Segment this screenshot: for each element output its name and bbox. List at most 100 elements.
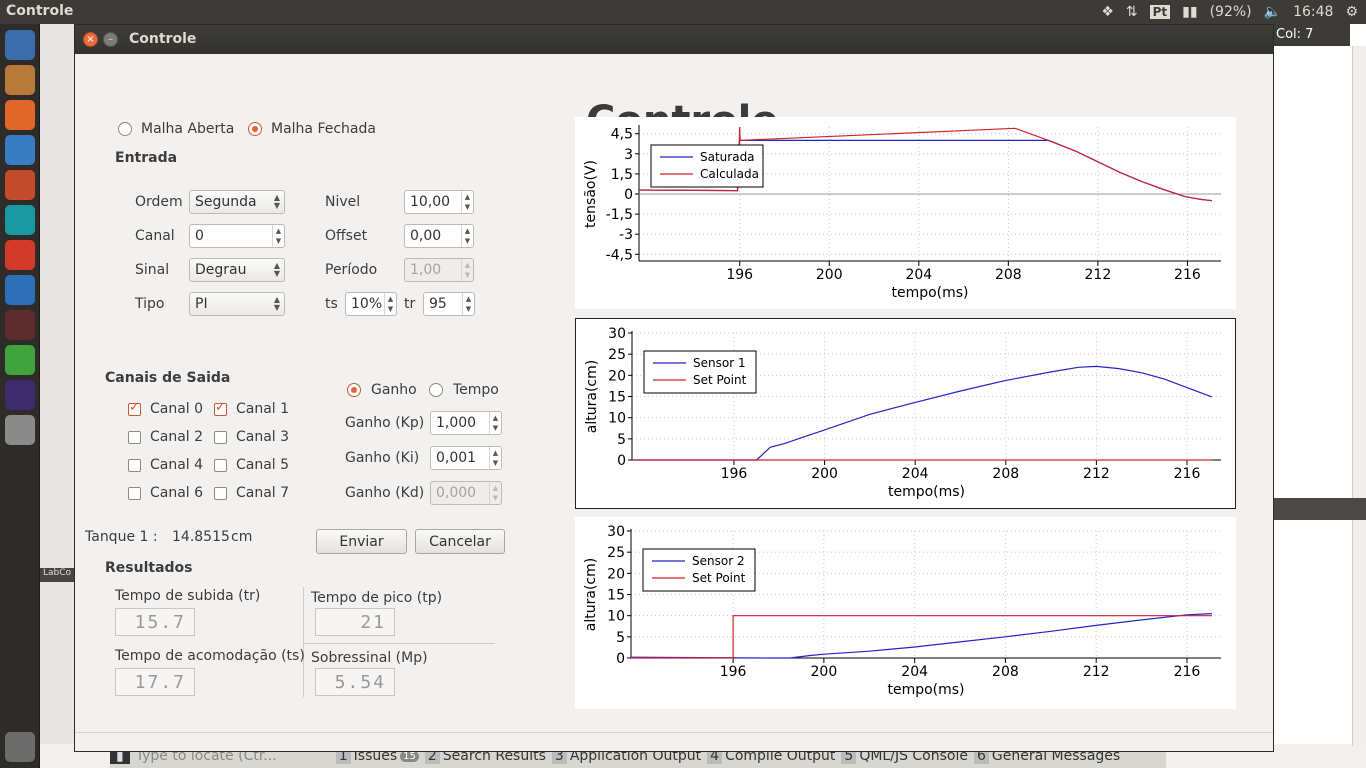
tr-spinbox[interactable]: 95 ▲ ▼ xyxy=(423,292,475,316)
canal-5-label: Canal 5 xyxy=(236,457,290,473)
y-tick-label: -3 xyxy=(619,227,633,243)
chevron-updown-icon: ▲ ▼ xyxy=(273,295,280,312)
kd-spinbox[interactable]: 0,000 ▲ ▼ xyxy=(430,481,502,505)
canal-label: Canal xyxy=(135,228,175,244)
spin-arrows-icon: ▲ ▼ xyxy=(384,293,396,315)
canal-1-checkbox[interactable] xyxy=(214,400,227,416)
canal-4-checkbox[interactable] xyxy=(128,459,141,472)
battery-percentage[interactable]: (92%) xyxy=(1210,4,1252,20)
radio-malha-aberta[interactable] xyxy=(118,122,132,136)
results-divider xyxy=(303,643,495,644)
y-tick-label: 10 xyxy=(607,609,625,625)
x-tick-label: 200 xyxy=(811,664,838,680)
apps-icon[interactable] xyxy=(5,240,35,270)
radio-tempo[interactable] xyxy=(429,383,443,397)
canal-7-checkbox[interactable] xyxy=(214,487,227,500)
y-tick-label: 0 xyxy=(616,651,625,667)
periodo-label: Período xyxy=(325,262,378,278)
settings-gear-icon[interactable]: ⚙ xyxy=(1345,4,1358,20)
y-tick-label: 15 xyxy=(608,390,626,406)
series-line-1 xyxy=(630,613,1212,659)
x-tick-label: 208 xyxy=(992,466,1019,482)
editor-scrollbar[interactable] xyxy=(1352,46,1366,746)
radio-malha-fechada[interactable] xyxy=(248,122,262,136)
tp-result-label: Tempo de pico (tp) xyxy=(311,590,443,606)
sinal-select[interactable]: Degrau ▲ ▼ xyxy=(189,258,285,282)
settings-icon[interactable] xyxy=(5,170,35,200)
files-icon[interactable] xyxy=(5,65,35,95)
dash-icon[interactable] xyxy=(5,30,35,60)
offset-spinbox[interactable]: 0,00 ▲ ▼ xyxy=(404,224,474,248)
enviar-button[interactable]: Enviar xyxy=(316,529,407,554)
column-indicator: Col: 7 xyxy=(1274,24,1350,46)
radio-malha-fechada-label: Malha Fechada xyxy=(271,121,376,137)
chess-icon[interactable] xyxy=(5,310,35,340)
firefox-icon[interactable] xyxy=(5,100,35,130)
volume-icon[interactable]: 🔈 xyxy=(1264,4,1281,20)
eclipse-icon[interactable] xyxy=(5,380,35,410)
mp-result-label: Sobressinal (Mp) xyxy=(311,650,428,666)
cancelar-button[interactable]: Cancelar xyxy=(415,529,505,554)
ordem-select[interactable]: Segunda ▲ ▼ xyxy=(189,190,285,214)
network-icon[interactable]: ⇅ xyxy=(1126,4,1138,20)
tr-label: tr xyxy=(404,296,416,312)
spin-arrows-icon: ▲ ▼ xyxy=(462,293,474,315)
y-axis-label: altura(cm) xyxy=(583,558,599,631)
y-tick-label: 20 xyxy=(608,368,626,384)
kd-label: Ganho (Kd) xyxy=(345,485,425,501)
minimize-window-button[interactable]: – xyxy=(103,32,118,47)
chevron-updown-icon: ▲ ▼ xyxy=(273,193,280,210)
x-tick-label: 204 xyxy=(902,466,929,482)
x-axis-label: tempo(ms) xyxy=(888,484,965,500)
canal-2-checkbox[interactable] xyxy=(128,431,141,444)
ki-spinbox[interactable]: 0,001 ▲ ▼ xyxy=(430,446,502,470)
arduino-icon[interactable] xyxy=(5,205,35,235)
kp-spinbox[interactable]: 1,000 ▲ ▼ xyxy=(430,411,502,435)
canal-spinbox[interactable]: 0 ▲ ▼ xyxy=(189,224,285,248)
keyboard-indicator[interactable]: Pt xyxy=(1149,5,1171,19)
plot-tensao-canvas: 196 200 204 208 212 216 -4,5 -3 -1,5 0 1,5 3 4,5 temp… xyxy=(583,125,1221,301)
tipo-select[interactable]: PI ▲ ▼ xyxy=(189,292,285,316)
clock[interactable]: 16:48 xyxy=(1293,4,1333,20)
ordem-label: Ordem xyxy=(135,194,183,210)
x-tick-label: 196 xyxy=(720,664,747,680)
chevron-updown-icon: ▲ ▼ xyxy=(273,261,280,278)
writer-icon[interactable] xyxy=(5,135,35,165)
x-tick-label: 216 xyxy=(1174,466,1201,482)
tanque-unit: cm xyxy=(231,529,253,545)
x-tick-label: 204 xyxy=(901,664,928,680)
canal-3-checkbox[interactable] xyxy=(214,431,227,444)
launcher xyxy=(0,24,40,768)
window-titlebar: × – Controle xyxy=(75,25,1273,54)
spin-arrows-icon: ▲ ▼ xyxy=(489,447,501,469)
qt-creator-icon[interactable] xyxy=(5,345,35,375)
virtualbox-icon[interactable] xyxy=(5,275,35,305)
radio-ganho[interactable] xyxy=(347,383,361,397)
battery-icon[interactable]: ▮▮ xyxy=(1182,4,1197,20)
resultados-heading: Resultados xyxy=(105,560,193,576)
help-icon[interactable] xyxy=(5,415,35,445)
x-axis-label: tempo(ms) xyxy=(891,285,968,301)
ts-spinbox[interactable]: 10% ▲ ▼ xyxy=(345,292,397,316)
canal-5-checkbox[interactable] xyxy=(214,459,227,472)
dropbox-icon[interactable]: ❖ xyxy=(1101,4,1114,20)
y-tick-label: 0 xyxy=(617,453,626,469)
ts-result-label: Tempo de acomodação (ts) xyxy=(115,648,305,664)
x-tick-label: 212 xyxy=(1085,267,1112,283)
close-window-button[interactable]: × xyxy=(83,32,98,47)
y-tick-label: 5 xyxy=(617,432,626,448)
kp-label: Ganho (Kp) xyxy=(345,415,425,431)
canal-4-label: Canal 4 xyxy=(150,457,204,473)
y-tick-label: 0 xyxy=(624,187,633,203)
trash-icon[interactable] xyxy=(5,732,35,762)
canal-7-label: Canal 7 xyxy=(236,485,290,501)
canal-6-checkbox[interactable] xyxy=(128,487,141,500)
canal-0-checkbox[interactable] xyxy=(128,400,141,416)
x-tick-label: 208 xyxy=(992,664,1019,680)
legend-entry: Set Point xyxy=(692,571,746,585)
periodo-spinbox[interactable]: 1,00 ▲ ▼ xyxy=(404,258,474,282)
y-tick-label: 30 xyxy=(608,326,626,342)
nivel-spinbox[interactable]: 10,00 ▲ ▼ xyxy=(404,190,474,214)
controle-window: × – Controle Controle Malha Aberta Malha… xyxy=(74,24,1274,752)
y-tick-label: 15 xyxy=(607,588,625,604)
